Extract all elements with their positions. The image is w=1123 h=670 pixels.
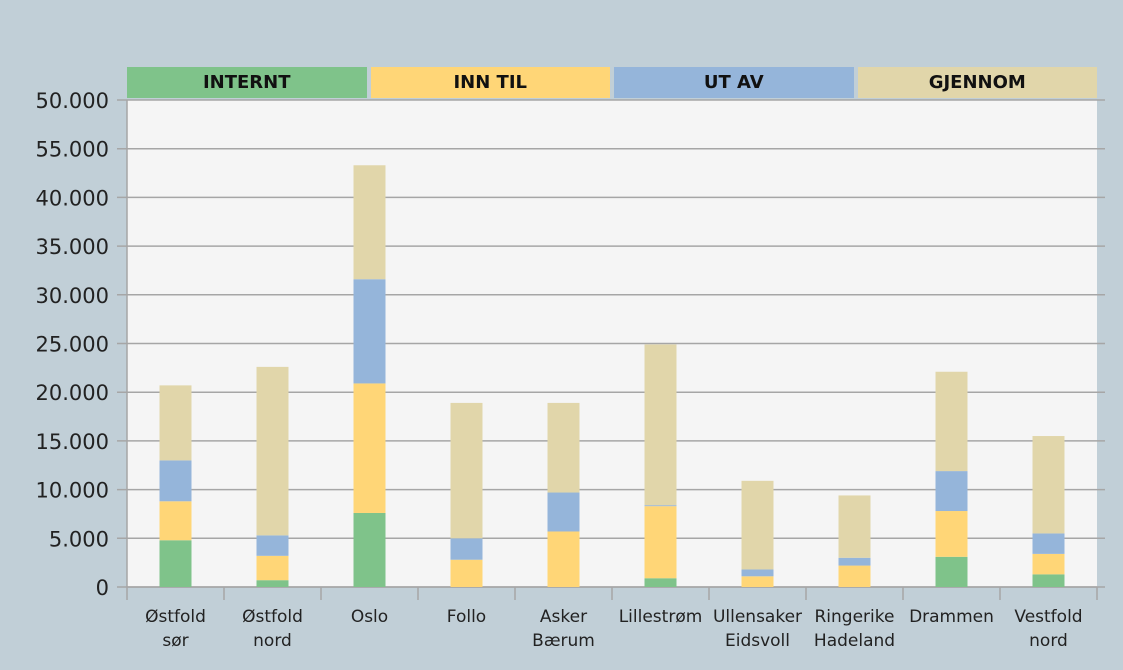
- x-tick-label: Eidsvoll: [725, 631, 790, 651]
- y-tick-label: 15.000: [36, 430, 109, 454]
- bar-gjennom: [741, 480, 774, 570]
- x-tick-label: Østfold: [242, 607, 303, 627]
- bar-gjennom: [256, 366, 289, 536]
- bar-internt: [353, 512, 386, 587]
- bar-ut-av: [644, 505, 677, 507]
- y-tick-label: 20.000: [36, 381, 109, 405]
- bar-internt: [159, 540, 192, 587]
- bar-inn-til: [644, 506, 677, 579]
- bar-inn-til: [450, 559, 483, 587]
- bar-gjennom: [159, 385, 192, 461]
- bar-gjennom: [450, 402, 483, 539]
- y-tick-label: 35.000: [36, 235, 109, 259]
- bar-ut-av: [935, 471, 968, 512]
- chart: 0 5.000 10.000 15.000 20.000 25.000 30.000 35.0…: [36, 89, 1105, 651]
- bar-gjennom: [838, 495, 871, 558]
- x-tick-label: Bærum: [532, 631, 595, 651]
- y-tick-label: 5.000: [49, 527, 109, 551]
- y-tick-label: 55.000: [36, 138, 109, 162]
- y-tick-label: 0: [96, 576, 109, 600]
- bar-ut-av: [1032, 533, 1065, 554]
- bar-inn-til: [838, 565, 871, 587]
- bar-gjennom: [1032, 436, 1065, 534]
- bar-ut-av: [159, 460, 192, 502]
- bar-ut-av: [256, 535, 289, 556]
- x-tick-label: Drammen: [909, 607, 994, 627]
- y-tick-label: 10.000: [36, 479, 109, 503]
- bar-gjennom: [353, 165, 386, 280]
- bar-ut-av: [353, 279, 386, 384]
- bar-gjennom: [935, 371, 968, 472]
- bar-inn-til: [353, 383, 386, 513]
- bar-inn-til: [741, 576, 774, 587]
- x-tick-label: Hadeland: [814, 631, 895, 651]
- x-tick-label: Asker: [540, 607, 587, 627]
- bar-ut-av: [450, 538, 483, 560]
- bar-ut-av: [838, 557, 871, 566]
- bar-inn-til: [935, 511, 968, 557]
- x-tick-label: Lillestrøm: [619, 607, 703, 627]
- bar-internt: [935, 556, 968, 587]
- bar-gjennom: [547, 402, 580, 493]
- bar-internt: [256, 580, 289, 587]
- x-tick-label: sør: [162, 631, 188, 651]
- x-tick-label: Follo: [447, 607, 486, 627]
- x-tick-label: nord: [253, 631, 292, 651]
- bar-ut-av: [547, 492, 580, 532]
- bar-inn-til: [547, 531, 580, 587]
- y-tick-label: 25.000: [36, 333, 109, 357]
- bar-inn-til: [159, 501, 192, 541]
- bar-internt: [644, 578, 677, 587]
- bar-inn-til: [1032, 553, 1065, 575]
- y-tick-label: 40.000: [36, 186, 109, 210]
- bar-internt: [1032, 574, 1065, 587]
- y-tick-label: 50.000: [36, 89, 109, 113]
- bar-gjennom: [644, 344, 677, 506]
- x-tick-label: Ullensaker: [713, 607, 802, 627]
- x-tick-label: Oslo: [351, 607, 388, 627]
- x-tick-label: Vestfold: [1014, 607, 1082, 627]
- x-tick-label: Ringerike: [815, 607, 895, 627]
- y-tick-label: 30.000: [36, 284, 109, 308]
- bar-ut-av: [741, 569, 774, 577]
- bar-inn-til: [256, 555, 289, 581]
- x-tick-label: nord: [1029, 631, 1068, 651]
- x-tick-label: Østfold: [145, 607, 206, 627]
